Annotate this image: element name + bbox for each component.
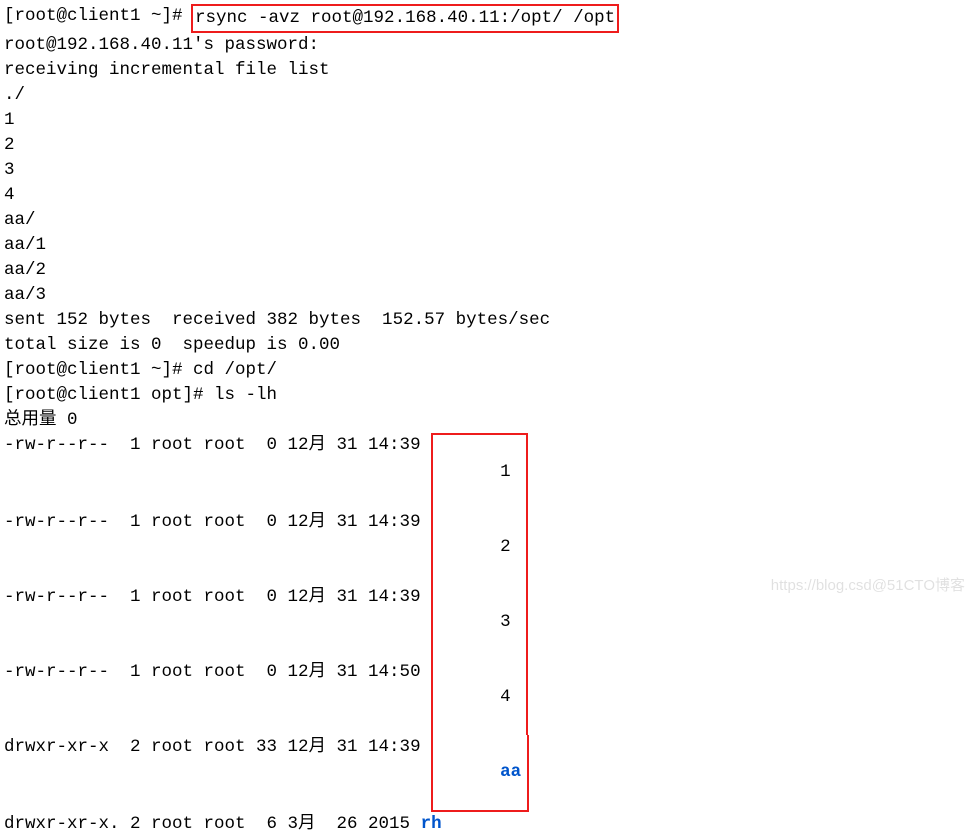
prompt-prefix: [root@client1 opt]# [4, 383, 214, 408]
ls-filename: rh [421, 812, 442, 837]
file-list-item: 4 [4, 183, 969, 208]
ls-command: ls -lh [214, 383, 277, 408]
table-row: -rw-r--r-- 1 root root 0 12月 31 14:39 2 [4, 510, 969, 585]
ls-filename: aa [500, 760, 521, 785]
prompt-prefix: [root@client1 ~]# [4, 4, 193, 33]
prompt-line-2: [root@client1 ~]# cd /opt/ [4, 358, 969, 383]
ls-filename: 2 [500, 535, 520, 560]
rsync-command-box: rsync -avz root@192.168.40.11:/opt/ /opt [191, 4, 619, 33]
file-list-item: aa/2 [4, 258, 969, 283]
ls-meta: -rw-r--r-- 1 root root 0 12月 31 14:39 [4, 585, 421, 660]
file-list-item: aa/3 [4, 283, 969, 308]
ls-meta: -rw-r--r-- 1 root root 0 12月 31 14:50 [4, 660, 421, 735]
file-list-item: 3 [4, 158, 969, 183]
filenames-box-mid: 3 [431, 585, 528, 660]
file-list-item: 1 [4, 108, 969, 133]
ls-listing: -rw-r--r-- 1 root root 0 12月 31 14:39 1 … [4, 433, 969, 812]
table-row: drwxr-xr-x. 2 root root 6 3月 26 2015 rh [4, 812, 969, 837]
file-list-item: aa/ [4, 208, 969, 233]
prompt-prefix: [root@client1 ~]# [4, 358, 193, 383]
filenames-box-mid: 4 [431, 660, 528, 735]
cd-command: cd /opt/ [193, 358, 277, 383]
ls-meta: drwxr-xr-x. 2 root root 6 3月 26 2015 [4, 812, 421, 837]
total-size-line: total size is 0 speedup is 0.00 [4, 333, 969, 358]
prompt-line-1: [root@client1 ~]# rsync -avz root@192.16… [4, 4, 969, 33]
ls-filename: 1 [500, 460, 520, 485]
ls-meta: drwxr-xr-x 2 root root 33 12月 31 14:39 [4, 735, 421, 812]
password-prompt: root@192.168.40.11's password: [4, 33, 969, 58]
ls-filename: 3 [500, 610, 520, 635]
receiving-line: receiving incremental file list [4, 58, 969, 83]
filenames-box-mid: 2 [431, 510, 528, 585]
file-list-item: ./ [4, 83, 969, 108]
filenames-box-top: 1 [431, 433, 528, 510]
ls-header: 总用量 0 [4, 408, 969, 433]
file-list-item: aa/1 [4, 233, 969, 258]
prompt-line-3: [root@client1 opt]# ls -lh [4, 383, 969, 408]
filenames-box-bottom: aa [431, 735, 529, 812]
table-row: -rw-r--r-- 1 root root 0 12月 31 14:50 4 [4, 660, 969, 735]
ls-filename: 4 [500, 685, 520, 710]
file-list-item: 2 [4, 133, 969, 158]
ls-meta: -rw-r--r-- 1 root root 0 12月 31 14:39 [4, 510, 421, 585]
sent-bytes-line: sent 152 bytes received 382 bytes 152.57… [4, 308, 969, 333]
table-row: drwxr-xr-x 2 root root 33 12月 31 14:39 a… [4, 735, 969, 812]
table-row: -rw-r--r-- 1 root root 0 12月 31 14:39 3 [4, 585, 969, 660]
table-row: -rw-r--r-- 1 root root 0 12月 31 14:39 1 [4, 433, 969, 510]
ls-meta: -rw-r--r-- 1 root root 0 12月 31 14:39 [4, 433, 421, 510]
